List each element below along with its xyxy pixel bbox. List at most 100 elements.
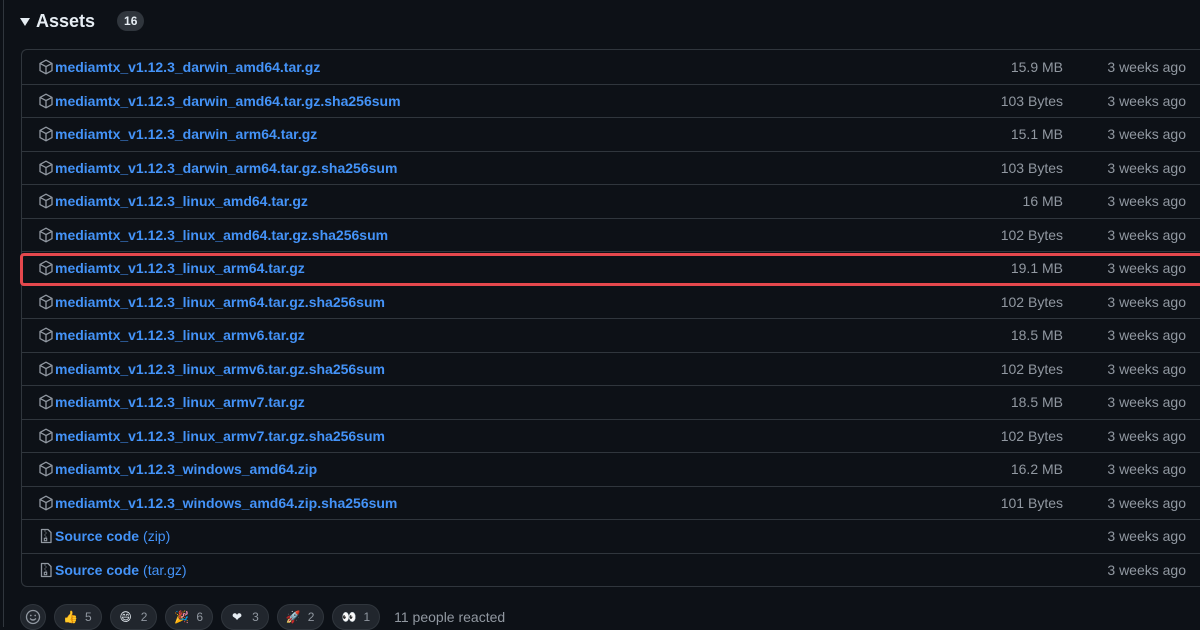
asset-row: mediamtx_v1.12.3_linux_armv7.tar.gz.sha2…	[22, 418, 1200, 453]
asset-row: mediamtx_v1.12.3_linux_arm64.tar.gz 19.1 …	[22, 251, 1200, 285]
asset-size: 102 Bytes	[1000, 360, 1063, 377]
source-label: Source code	[55, 561, 140, 578]
asset-size: 15.1 MB	[1010, 126, 1063, 143]
reaction-count: 5	[85, 610, 92, 624]
asset-link[interactable]: mediamtx_v1.12.3_linux_armv7.tar.gz	[38, 386, 305, 419]
package-icon	[38, 260, 54, 276]
asset-link[interactable]: mediamtx_v1.12.3_darwin_amd64.tar.gz.sha…	[38, 85, 401, 118]
asset-size: 103 Bytes	[1000, 159, 1063, 176]
asset-link[interactable]: mediamtx_v1.12.3_linux_arm64.tar.gz	[38, 252, 305, 285]
asset-link[interactable]: mediamtx_v1.12.3_darwin_amd64.tar.gz	[38, 50, 320, 84]
reactions-summary: 11 people reacted	[394, 609, 506, 625]
asset-date: 3 weeks ago	[1107, 260, 1186, 277]
source-row: Source code (tar.gz) 3 weeks ago	[22, 552, 1200, 587]
asset-row: mediamtx_v1.12.3_linux_amd64.tar.gz 16 MB…	[22, 184, 1200, 218]
asset-link[interactable]: mediamtx_v1.12.3_windows_amd64.zip	[38, 453, 317, 486]
asset-name: mediamtx_v1.12.3_windows_amd64.zip	[55, 461, 318, 478]
hooray-icon: 🎉	[174, 610, 190, 624]
asset-size: 15.9 MB	[1010, 58, 1063, 75]
package-icon	[38, 227, 54, 243]
asset-size: 101 Bytes	[1000, 494, 1063, 511]
reaction-count: 2	[307, 610, 315, 624]
asset-name: mediamtx_v1.12.3_linux_armv7.tar.gz.sha2…	[55, 427, 385, 444]
reaction-button[interactable]: 🎉 6	[165, 604, 214, 630]
reaction-count: 6	[196, 610, 204, 624]
asset-link[interactable]: mediamtx_v1.12.3_linux_arm64.tar.gz.sha2…	[38, 286, 385, 319]
asset-name: mediamtx_v1.12.3_darwin_amd64.tar.gz	[55, 58, 321, 75]
asset-date: 3 weeks ago	[1107, 494, 1186, 511]
asset-size: 102 Bytes	[1000, 226, 1063, 243]
package-icon	[38, 294, 54, 310]
package-icon	[38, 428, 54, 444]
asset-link[interactable]: mediamtx_v1.12.3_linux_amd64.tar.gz.sha2…	[38, 219, 388, 252]
asset-row: mediamtx_v1.12.3_linux_armv6.tar.gz.sha2…	[22, 351, 1200, 386]
source-ext: (zip)	[143, 528, 171, 545]
package-icon	[38, 394, 54, 410]
asset-date: 3 weeks ago	[1107, 327, 1186, 344]
asset-row: mediamtx_v1.12.3_windows_amd64.zip 16.2 M…	[22, 452, 1200, 486]
package-icon	[38, 461, 54, 477]
asset-name: mediamtx_v1.12.3_darwin_arm64.tar.gz	[55, 126, 318, 143]
reactions-bar: 👍 5 😄 2 🎉 6 ❤ 3 🚀 2 👀 1 11 people reacted	[20, 604, 505, 630]
asset-size: 103 Bytes	[1000, 92, 1063, 109]
smiley-icon	[25, 609, 41, 625]
asset-name: mediamtx_v1.12.3_darwin_amd64.tar.gz.sha…	[55, 92, 401, 109]
file-zip-icon	[38, 528, 54, 544]
asset-size: 102 Bytes	[1000, 293, 1063, 310]
asset-name: mediamtx_v1.12.3_linux_amd64.tar.gz.sha2…	[55, 226, 389, 243]
reaction-button[interactable]: ❤ 3	[221, 604, 269, 630]
asset-link[interactable]: mediamtx_v1.12.3_linux_armv6.tar.gz	[38, 319, 305, 352]
asset-date: 3 weeks ago	[1107, 92, 1186, 109]
asset-date: 3 weeks ago	[1107, 193, 1186, 210]
asset-link[interactable]: mediamtx_v1.12.3_linux_amd64.tar.gz	[38, 185, 308, 218]
asset-row: mediamtx_v1.12.3_linux_armv6.tar.gz 18.5 …	[22, 318, 1200, 352]
reaction-button[interactable]: 👍 5	[54, 604, 102, 630]
add-reaction-button[interactable]	[20, 604, 46, 630]
asset-link[interactable]: mediamtx_v1.12.3_darwin_arm64.tar.gz.sha…	[38, 152, 397, 185]
asset-link[interactable]: mediamtx_v1.12.3_windows_amd64.zip.sha25…	[38, 487, 397, 520]
asset-link[interactable]: mediamtx_v1.12.3_darwin_arm64.tar.gz	[38, 118, 317, 151]
asset-size: 16 MB	[1022, 193, 1063, 210]
release-assets-panel: Assets 16 mediamtx_v1.12.3_darwin_amd64.…	[0, 0, 1200, 630]
asset-name: mediamtx_v1.12.3_linux_arm64.tar.gz	[55, 260, 305, 277]
package-icon	[38, 59, 54, 75]
source-code-link[interactable]: Source code (zip)	[38, 520, 170, 553]
assets-toggle[interactable]: Assets 16	[20, 8, 145, 34]
asset-date: 3 weeks ago	[1107, 58, 1186, 75]
asset-name: mediamtx_v1.12.3_linux_arm64.tar.gz.sha2…	[55, 293, 385, 310]
rocket-icon: 🚀	[285, 610, 301, 624]
asset-name: mediamtx_v1.12.3_linux_armv6.tar.gz	[55, 327, 305, 344]
source-code-link[interactable]: Source code (tar.gz)	[38, 554, 187, 587]
package-icon	[38, 193, 54, 209]
reaction-button[interactable]: 🚀 2	[276, 604, 325, 630]
reaction-button[interactable]: 😄 2	[109, 604, 158, 630]
asset-row: mediamtx_v1.12.3_darwin_arm64.tar.gz.sha…	[22, 150, 1200, 185]
asset-row: mediamtx_v1.12.3_darwin_arm64.tar.gz 15.1…	[22, 117, 1200, 151]
asset-name: mediamtx_v1.12.3_linux_armv6.tar.gz.sha2…	[55, 360, 385, 377]
caret-down-icon	[20, 17, 30, 26]
asset-link[interactable]: mediamtx_v1.12.3_linux_armv7.tar.gz.sha2…	[38, 420, 385, 453]
laugh-icon: 😄	[119, 610, 132, 624]
package-icon	[38, 93, 54, 109]
asset-date: 3 weeks ago	[1107, 226, 1186, 243]
asset-date: 3 weeks ago	[1107, 360, 1186, 377]
source-row: Source code (zip) 3 weeks ago	[22, 519, 1200, 553]
asset-name: mediamtx_v1.12.3_linux_armv7.tar.gz	[55, 394, 305, 411]
asset-size: 18.5 MB	[1010, 394, 1063, 411]
asset-date: 3 weeks ago	[1107, 461, 1186, 478]
assets-count-badge: 16	[117, 11, 145, 31]
asset-date: 3 weeks ago	[1107, 528, 1186, 545]
asset-name: mediamtx_v1.12.3_linux_amd64.tar.gz	[55, 193, 308, 210]
package-icon	[38, 160, 54, 176]
thumbs-up-icon: 👍	[63, 610, 78, 624]
source-ext: (tar.gz)	[143, 561, 187, 578]
asset-size: 102 Bytes	[1000, 427, 1063, 444]
asset-date: 3 weeks ago	[1107, 293, 1186, 310]
asset-link[interactable]: mediamtx_v1.12.3_linux_armv6.tar.gz.sha2…	[38, 353, 385, 386]
reaction-button[interactable]: 👀 1	[332, 604, 381, 630]
file-zip-icon	[38, 562, 54, 578]
timeline-rule	[3, 0, 4, 627]
asset-size: 18.5 MB	[1010, 327, 1063, 344]
reaction-count: 3	[252, 610, 259, 624]
asset-row: mediamtx_v1.12.3_linux_amd64.tar.gz.sha2…	[22, 217, 1200, 252]
